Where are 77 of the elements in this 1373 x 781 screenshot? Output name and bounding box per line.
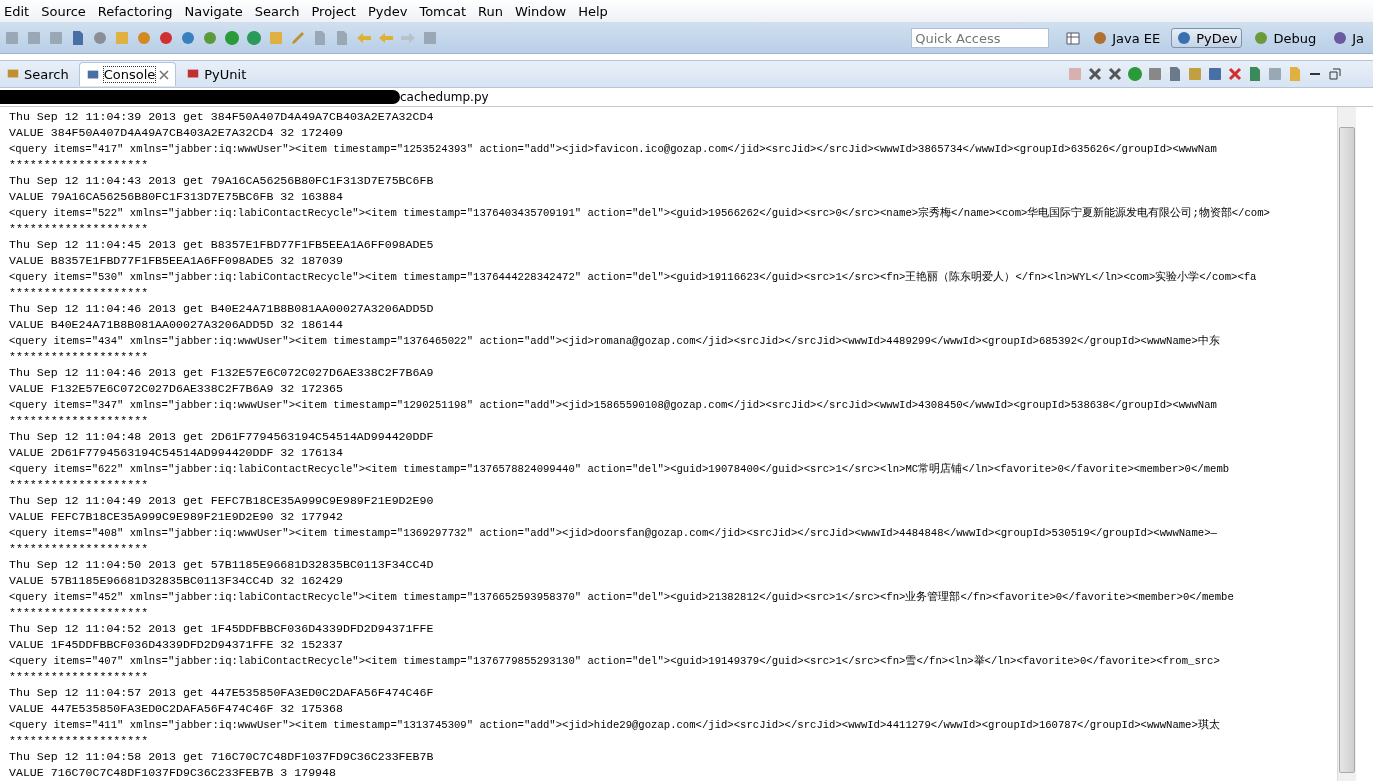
console-line: ******************** [9, 669, 149, 685]
console-line: VALUE B8357E1FBD77F1FB5EEA1A6FF098ADE5 32 187039 [9, 253, 343, 269]
console-line: <query items="347" xmlns="jabber:iq:wwwUser"><item timestamp="1290251198" action="add"><jid>15865590108@gozap.com</jid><srcJid></srcJid><wwwId>4308450</wwwId><groupId>538638</groupId><wwwNam [9, 398, 1217, 413]
menu-item[interactable]: Navigate [180, 3, 251, 19]
console-line: Thu Sep 12 11:04:48 2013 get 2D61F7794563194C54514AD994420DDF [9, 429, 434, 445]
console-line: <query items="622" xmlns="jabber:iq:labiContactRecycle"><item timestamp="1376578824099440" action="del"><guid>19078400</guid><src>1</src><ln>MC常明店铺</ln><favorite>0</favorite><member>0</memb [9, 462, 1230, 477]
console-line: ******************** [9, 541, 149, 557]
console-line: Thu Sep 12 11:04:57 2013 get 447E535850FA3ED0C2DAFA56F474C46F [9, 685, 434, 701]
console-line: VALUE FEFC7B18CE35A999C9E989F21E9D2E90 32 177942 [9, 509, 343, 525]
console-line: <query items="434" xmlns="jabber:iq:wwwUser"><item timestamp="1376465022" action="add"><jid>romana@gozap.com</jid><srcJid></srcJid><wwwId>4489299</wwwId><groupId>685392</groupId><wwwName>中东 [9, 334, 1220, 349]
console-line: ******************** [9, 221, 149, 237]
console-line: VALUE 57B1185E96681D32835BC0113F34CC4D 32 162429 [9, 573, 343, 589]
console-line: ******************** [9, 157, 149, 173]
console-line: VALUE 716C70C7C48DF1037FD9C36C233FEB7B 3 179948 [9, 765, 336, 781]
open-perspective-icon[interactable] [1065, 30, 1082, 46]
forward-icon[interactable] [400, 30, 416, 46]
close-icon[interactable] [159, 69, 170, 80]
show-error-icon[interactable] [1227, 66, 1243, 82]
menu-item[interactable]: Source [37, 3, 94, 19]
console-line: Thu Sep 12 11:04:50 2013 get 57B1185E96681D32835BC0113F34CC4D [9, 557, 434, 573]
remove-icon[interactable] [1087, 66, 1103, 82]
perspective-icon [1332, 30, 1349, 46]
console-line: ******************** [9, 285, 149, 301]
console-line: ******************** [9, 477, 149, 493]
console-line: <query items="452" xmlns="jabber:iq:labiContactRecycle"><item timestamp="1376652593958370" action="del"><guid>21382812</guid><src>1</src><fn>业务管理部</fn><favorite>0</favorite><member>0</membe [9, 590, 1234, 605]
console-line: <query items="522" xmlns="jabber:iq:labiContactRecycle"><item timestamp="1376403435709191" action="del"><guid>19566262</guid><src>0</src><name>宗秀梅</name><com>华电国际宁夏新能源发电有限公司;物资部</com> [9, 206, 1270, 221]
menu-item[interactable]: Pydev [363, 3, 416, 19]
console-line: VALUE 384F50A407D4A49A7CB403A2E7A32CD4 32 172409 [9, 125, 343, 141]
console-line: <query items="417" xmlns="jabber:iq:wwwUser"><item timestamp="1253524393" action="add"><jid>favicon.ico@gozap.com</jid><srcJid></srcJid><wwwId>3865734</wwwId><groupId>635626</groupId><wwwNam [9, 142, 1217, 157]
console-line: VALUE 2D61F7794563194C54514AD994420DDF 32 176134 [9, 445, 343, 461]
view-icon [6, 67, 20, 81]
view-tab[interactable]: Console [78, 62, 177, 86]
console-line: Thu Sep 12 11:04:43 2013 get 79A16CA56256B80FC1F313D7E75BC6FB [9, 173, 434, 189]
view-tab[interactable]: PyUnit [180, 62, 253, 86]
menu-item[interactable]: Window [510, 3, 575, 19]
menu-item[interactable]: Help [574, 3, 616, 19]
console-line: ******************** [9, 413, 149, 429]
menu-item[interactable]: Project [307, 3, 364, 19]
perspective-button[interactable]: PyDev [1171, 28, 1243, 48]
console-line: Thu Sep 12 11:04:46 2013 get F132E57E6C072C027D6AE338C2F7B6A9 [9, 365, 434, 381]
perspective-button[interactable]: Java EE [1087, 28, 1166, 48]
console-line: VALUE B40E24A71B8B081AA00027A3206ADD5D 32 186144 [9, 317, 343, 333]
console-line: ******************** [9, 349, 149, 365]
console-line: Thu Sep 12 11:04:39 2013 get 384F50A407D4A49A7CB403A2E7A32CD4 [9, 109, 434, 125]
perspective-button[interactable]: Ja [1327, 28, 1369, 48]
brush-icon[interactable] [290, 30, 306, 46]
console-line: ******************** [9, 605, 149, 621]
menu-item[interactable]: Run [474, 3, 511, 19]
console-line: Thu Sep 12 11:04:46 2013 get B40E24A71B8B081AA00027A3206ADD5D [9, 301, 434, 317]
console-line: Thu Sep 12 11:04:58 2013 get 716C70C7C48DF1037FD9C36C233FEB7B [9, 749, 434, 765]
console-line: Thu Sep 12 11:04:45 2013 get B8357E1FBD77F1FB5EEA1A6FF098ADE5 [9, 237, 434, 253]
console-line: <query items="408" xmlns="jabber:iq:wwwUser"><item timestamp="1369297732" action="add"><jid>doorsfan@gozap.com</jid><srcJid></srcJid><wwwId>4484848</wwwId><groupId>530519</groupId><wwwName>— [9, 526, 1217, 541]
console-line: Thu Sep 12 11:04:52 2013 get 1F45DDFBBCF036D4339DFD2D94371FFE [9, 621, 434, 637]
menu-item[interactable]: Refactoring [93, 3, 181, 19]
perspective-button[interactable]: Debug [1248, 28, 1322, 48]
quick-access-field[interactable]: Quick Access [911, 28, 1050, 48]
console-line: <query items="530" xmlns="jabber:iq:labiContactRecycle"><item timestamp="1376444228342472" action="del"><guid>19116623</guid><src>1</src><fn>王艳丽（陈东明爱人）</fn><ln>WYL</ln><com>实验小学</com><fa [9, 270, 1257, 285]
remove-all-icon[interactable] [1107, 66, 1123, 82]
menu-item[interactable]: Tomcat [415, 3, 474, 19]
perspective-icon [1176, 30, 1193, 46]
console-line: ******************** [9, 733, 149, 749]
console-line: Thu Sep 12 11:04:49 2013 get FEFC7B18CE35A999C9E989F21E9D2E90 [9, 493, 434, 509]
console-title: cachedump.py [400, 90, 489, 104]
console-line: <query items="411" xmlns="jabber:iq:wwwUser"><item timestamp="1313745309" action="add"><jid>hide29@gozap.com</jid><srcJid></srcJid><wwwId>4411279</wwwId><groupId>160787</groupId><wwwName>琪太 [9, 718, 1220, 733]
view-tab[interactable]: Search [0, 62, 75, 86]
console-line: VALUE 1F45DDFBBCF036D4339DFD2D94371FFE 32 152337 [9, 637, 343, 653]
perspective-icon [1092, 30, 1109, 46]
perspective-icon [1253, 30, 1270, 46]
console-line: VALUE 79A16CA56256B80FC1F313D7E75BC6FB 32 163884 [9, 189, 343, 205]
view-icon [186, 67, 201, 81]
vertical-scrollbar[interactable] [1337, 107, 1356, 781]
console-line: <query items="407" xmlns="jabber:iq:labiContactRecycle"><item timestamp="1376779855293130" action="del"><guid>19149379</guid><src>1</src><fn>雪</fn><ln>举</ln><favorite>0</favorite><from_src> [9, 654, 1220, 669]
menu-item[interactable]: Edit [0, 3, 38, 19]
console-line: VALUE F132E57E6C072C027D6AE338C2F7B6A9 32 172365 [9, 381, 343, 397]
menu-item[interactable]: Search [250, 3, 308, 19]
console-line: VALUE 447E535850FA3ED0C2DAFA56F474C46F 32 175368 [9, 701, 343, 717]
back-icon[interactable] [378, 30, 394, 46]
